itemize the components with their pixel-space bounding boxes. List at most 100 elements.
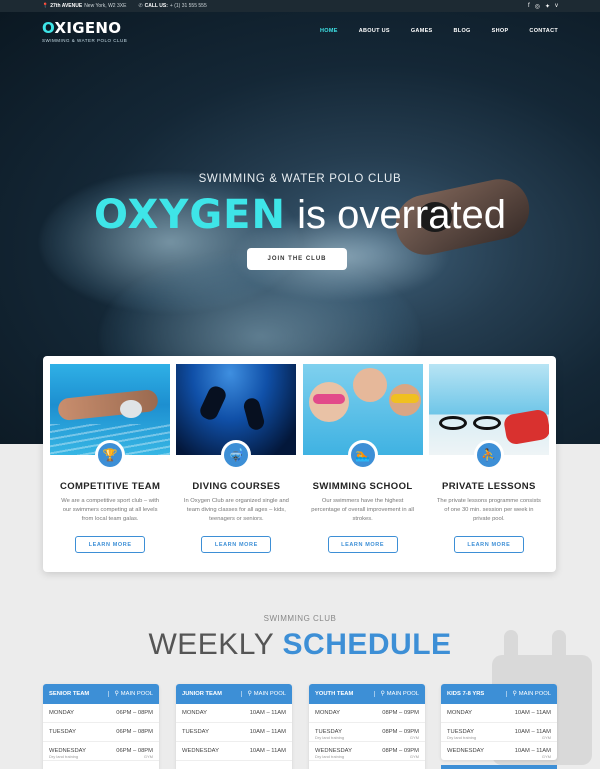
map-pin-icon: ⚲	[512, 691, 517, 697]
team-name: JUNIOR TEAM	[182, 691, 222, 697]
feature-text: We are a competitive sport club – with o…	[61, 498, 160, 522]
nav-about-us[interactable]: ABOUT US	[359, 28, 390, 34]
schedule-header: YOUTH TEAM ⚲ MAIN POOL	[309, 684, 425, 704]
map-pin-icon: ⚲	[114, 691, 119, 697]
logo-brand: OXIGENO	[42, 19, 127, 37]
day: MONDAY	[49, 710, 75, 716]
pool-name: MAIN POOL	[518, 691, 551, 697]
join-club-button[interactable]: JOIN THE CLUB	[247, 248, 347, 270]
feature-text: Our swimmers have the highest percentage…	[311, 498, 415, 522]
day: TUESDAY	[182, 729, 209, 735]
phone-number[interactable]: + (1) 31 555 555	[170, 3, 207, 9]
pool-label: ⚲ MAIN POOL	[505, 691, 551, 697]
schedule-row: MONDAY 10AM – 11AM	[441, 704, 557, 723]
day: MONDAY	[447, 710, 473, 716]
schedule-row: TUESDAY 10AM – 11AM Dry land training GYM	[441, 723, 557, 742]
schedule-row: WEDNESDAY 10AM – 11AM	[176, 742, 292, 761]
feature-text: In Oxygen Club are organized single and …	[183, 498, 289, 522]
schedule-header: KIDS 7-8 YRS ⚲ MAIN POOL	[441, 684, 557, 704]
swimmer-icon: 🏊	[347, 440, 378, 470]
pool-name: MAIN POOL	[386, 691, 419, 697]
row-note: Dry land training	[315, 735, 345, 740]
pool-name: MAIN POOL	[253, 691, 286, 697]
site-header: OXIGENO SWIMMING & WATER POLO CLUB HOME …	[0, 12, 600, 50]
time: 10AM – 11AM	[514, 710, 551, 716]
learn-more-button[interactable]: LEARN MORE	[75, 536, 146, 553]
time: 06PM – 08PM	[116, 729, 153, 735]
feature-text: The private lessons programme consists o…	[436, 498, 541, 522]
time: 10AM – 11AM	[249, 748, 286, 754]
map-pin-icon: ⚲	[247, 691, 252, 697]
feature-card-private-lessons: ⛹ PRIVATE LESSONS The private lessons pr…	[428, 364, 550, 564]
features-panel: 🏆 COMPETITIVE TEAM We are a competitive …	[43, 356, 556, 572]
day: WEDNESDAY	[182, 748, 219, 754]
time: 08PM – 09PM	[382, 710, 419, 716]
schedule-title: WEEKLY SCHEDULE	[0, 628, 600, 662]
row-location: GYM	[541, 754, 551, 759]
schedule-row: TUESDAY 06PM – 08PM	[43, 723, 159, 742]
learn-more-button[interactable]: LEARN MORE	[201, 536, 272, 553]
feature-title: COMPETITIVE TEAM	[59, 481, 161, 492]
schedule-row: WEDNESDAY 10AM – 11AM GYM	[441, 742, 557, 760]
logo-brand-initial: O	[42, 19, 55, 37]
row-note: Dry land training	[447, 735, 477, 740]
schedule-column-senior-team: SENIOR TEAM ⚲ MAIN POOL MONDAY 06PM – 08PM…	[43, 684, 159, 769]
logo[interactable]: OXIGENO SWIMMING & WATER POLO CLUB	[42, 19, 127, 43]
schedule-row: TUESDAY 08PM – 09PM Dry land training GYM	[309, 723, 425, 742]
main-nav: HOME ABOUT US GAMES BLOG SHOP CONTACT	[320, 28, 558, 34]
schedule-column-junior-team: JUNIOR TEAM ⚲ MAIN POOL MONDAY 10AM – 11AM…	[176, 684, 292, 769]
address-bold: 27th AVENUE	[50, 3, 83, 9]
twitter-icon[interactable]: ✦	[545, 3, 550, 10]
pool-label: ⚲ MAIN POOL	[373, 691, 419, 697]
feature-card-competitive-team: 🏆 COMPETITIVE TEAM We are a competitive …	[49, 364, 171, 564]
learn-more-button[interactable]: LEARN MORE	[327, 536, 398, 553]
pool-name: MAIN POOL	[120, 691, 153, 697]
schedule-column-kids-7-8: KIDS 7-8 YRS ⚲ MAIN POOL MONDAY 10AM – 11A…	[441, 684, 557, 760]
pool-label: ⚲ MAIN POOL	[107, 691, 153, 697]
diver-icon: 🤿	[221, 440, 252, 470]
day: MONDAY	[315, 710, 341, 716]
learn-more-button[interactable]: LEARN MORE	[453, 536, 524, 553]
nav-games[interactable]: GAMES	[411, 28, 433, 34]
row-location: GYM	[541, 735, 551, 740]
schedule-row: MONDAY 10AM – 11AM	[176, 704, 292, 723]
vimeo-icon[interactable]: v	[555, 3, 558, 10]
feature-card-diving-courses: 🤿 DIVING COURSES In Oxygen Club are orga…	[175, 364, 297, 564]
team-name: SENIOR TEAM	[49, 691, 90, 697]
facebook-icon[interactable]: f	[528, 3, 530, 10]
team-name: KIDS 7-8 YRS	[447, 691, 485, 697]
map-pin-icon: 📍	[42, 3, 49, 9]
map-pin-icon: ⚲	[380, 691, 385, 697]
row-location: GYM	[409, 754, 419, 759]
time: 10AM – 11AM	[249, 710, 286, 716]
hero-title-accent: OXYGEN	[93, 192, 286, 238]
schedule-row: MONDAY 08PM – 09PM	[309, 704, 425, 723]
row-note: Dry land training	[49, 754, 79, 759]
phone-info[interactable]: ✆ CALL US: + (1) 31 555 555	[138, 3, 206, 9]
nav-blog[interactable]: BLOG	[454, 28, 471, 34]
schedule-row: MONDAY 06PM – 08PM	[43, 704, 159, 723]
schedule-header: JUNIOR TEAM ⚲ MAIN POOL	[176, 684, 292, 704]
team-name: YOUTH TEAM	[315, 691, 354, 697]
hero-subtitle: SWIMMING & WATER POLO CLUB	[198, 173, 402, 185]
day: TUESDAY	[49, 729, 76, 735]
day: WEDNESDAY	[447, 748, 484, 754]
feature-title: DIVING COURSES	[192, 481, 281, 492]
day: MONDAY	[182, 710, 208, 716]
social-links: f ◎ ✦ v	[528, 3, 558, 10]
logo-brand-rest: XIGENO	[54, 19, 122, 37]
nav-home[interactable]: HOME	[320, 28, 338, 34]
row-note: Dry land training	[315, 754, 345, 759]
hero-title: OXYGEN is overrated	[0, 192, 600, 238]
schedule-row: WEDNESDAY 08PM – 09PM Dry land training GYM	[309, 742, 425, 761]
schedule-title-plain: WEEKLY	[148, 628, 283, 661]
instagram-icon[interactable]: ◎	[535, 3, 540, 10]
row-location: GYM	[409, 735, 419, 740]
nav-shop[interactable]: SHOP	[492, 28, 509, 34]
phone-icon: ✆	[138, 3, 143, 9]
nav-contact[interactable]: CONTACT	[529, 28, 558, 34]
schedule-subtitle: SWIMMING CLUB	[263, 614, 337, 623]
address-text: New York, W2 3XE	[84, 3, 127, 9]
address-info: 📍 27th AVENUE New York, W2 3XE	[42, 3, 126, 9]
trophy-swimmer-icon: 🏆	[95, 440, 126, 470]
